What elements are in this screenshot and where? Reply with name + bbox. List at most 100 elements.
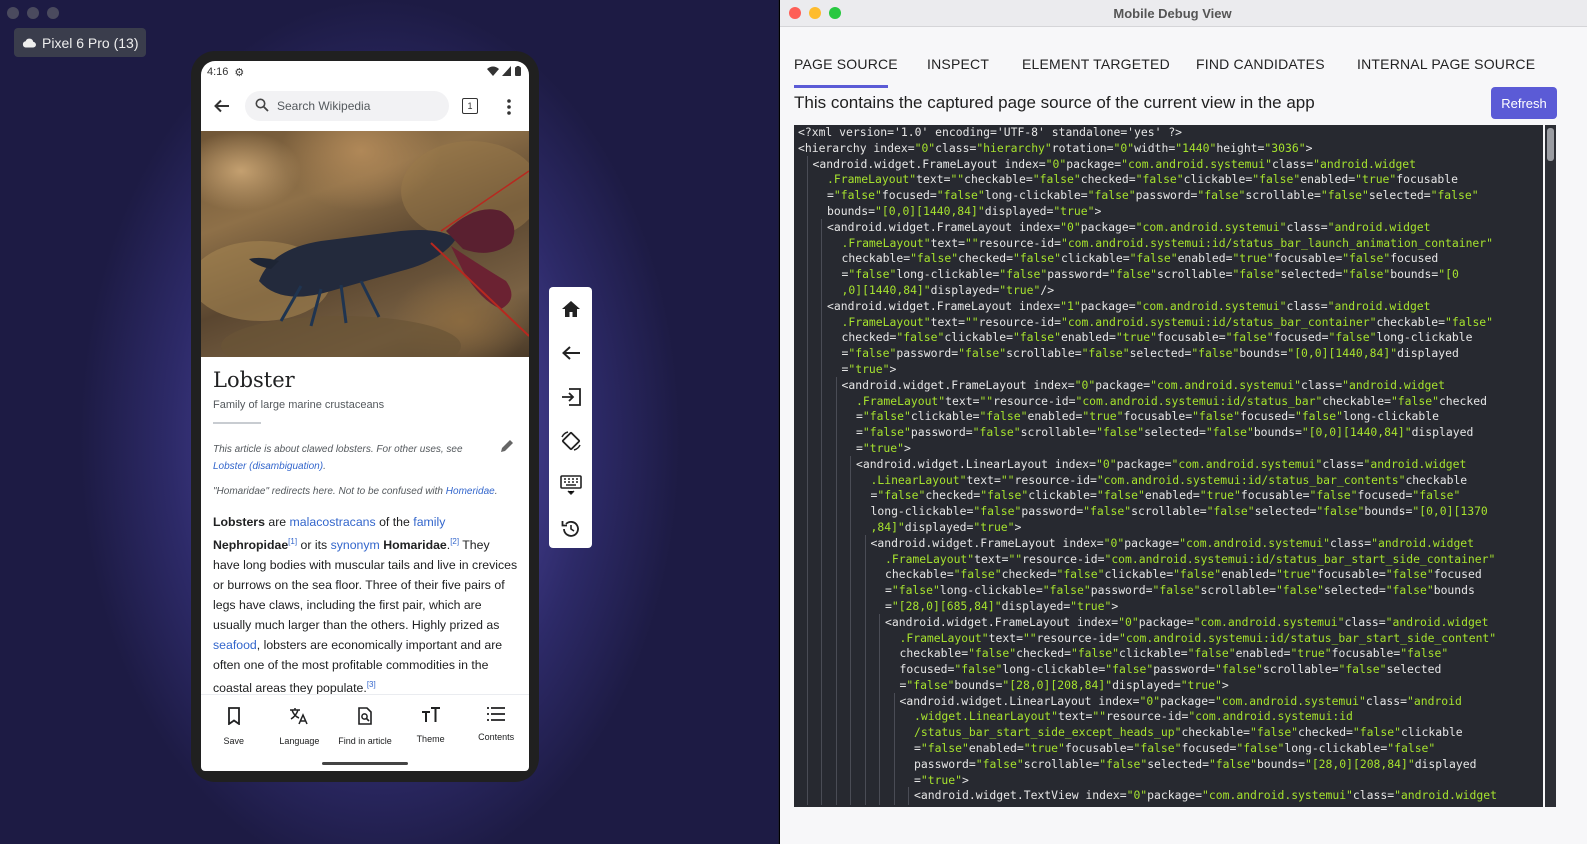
source-text: text=	[945, 393, 980, 408]
source-text: selected=	[1368, 188, 1431, 203]
page-source-caption: This contains the captured page source o…	[794, 93, 1315, 112]
source-line: ,84]"displayed="true">	[798, 518, 1541, 537]
article-title: Lobster	[213, 368, 295, 392]
source-attr-value: "false"	[1012, 251, 1061, 266]
reference-3-link[interactable]: [3]	[367, 680, 376, 689]
seafood-link[interactable]: seafood	[213, 638, 257, 652]
tab-page-source[interactable]: PAGE SOURCE	[794, 56, 898, 72]
source-text: <android.widget.LinearLayout index=	[856, 456, 1097, 471]
save-label: Save	[223, 736, 245, 746]
theme-button[interactable]: Theme	[398, 707, 464, 756]
source-text: package=	[1138, 614, 1194, 629]
source-text: scrollable=	[1020, 425, 1097, 440]
back-arrow-icon[interactable]	[213, 97, 231, 120]
save-button[interactable]: Save	[201, 707, 267, 756]
source-attr-value: "true"	[920, 772, 963, 787]
source-text: >	[962, 772, 969, 787]
lobster-disambiguation-link[interactable]: Lobster (disambiguation)	[213, 461, 323, 472]
find-in-article-button[interactable]: Find in article	[332, 707, 398, 756]
source-text: text=	[930, 235, 965, 250]
source-attr-value: "0"	[1113, 140, 1135, 155]
reset-icon[interactable]	[559, 517, 583, 540]
gesture-nav-handle[interactable]	[322, 762, 408, 765]
source-text: checkable=	[885, 567, 954, 582]
tab-inspect[interactable]: INSPECT	[927, 56, 989, 72]
contents-label: Contents	[478, 732, 515, 742]
app-switch-icon[interactable]	[559, 385, 583, 408]
source-line: ="false"long-clickable="false"password="…	[798, 582, 1541, 600]
homeridae-link[interactable]: Homeridae	[446, 486, 495, 497]
source-attr-value: "true"	[1023, 741, 1065, 756]
source-line: .FrameLayout"text=""resource-id="com.and…	[798, 392, 1541, 411]
page-source-viewer[interactable]: <?xml version='1.0' encoding='UTF-8' sta…	[794, 125, 1543, 807]
source-attr-value: "false"	[973, 504, 1022, 519]
tab-element-targeted[interactable]: ELEMENT TARGETED	[1022, 56, 1170, 72]
tabs-count-button[interactable]: 1	[462, 98, 478, 114]
source-scrollbar[interactable]	[1545, 125, 1556, 807]
source-attr-value: "com.android.systemui"	[1214, 693, 1366, 708]
language-button[interactable]: Language	[267, 707, 333, 756]
source-attr-value: "false"	[1032, 172, 1081, 187]
family-link[interactable]: family	[413, 515, 445, 529]
malacostracans-link[interactable]: malacostracans	[290, 515, 376, 529]
lobster-hero-image[interactable]	[201, 131, 529, 357]
source-attr-value: ""	[1092, 709, 1107, 724]
refresh-button[interactable]: Refresh	[1491, 87, 1557, 119]
source-attr-value: .FrameLayout"	[841, 235, 931, 250]
source-text: focusable=	[1123, 409, 1193, 424]
window-close-dot[interactable]	[7, 7, 19, 19]
source-attr-value: "false"	[1445, 314, 1494, 329]
reference-2-link[interactable]: [2]	[450, 537, 459, 546]
source-text: focusable=	[1064, 741, 1134, 756]
synonym-link[interactable]: synonym	[331, 538, 380, 552]
keyboard-icon[interactable]	[559, 473, 583, 496]
source-text: />	[1040, 282, 1055, 297]
source-line: checkable="false"checked="false"clickabl…	[798, 645, 1541, 664]
body-text: or its	[297, 538, 331, 553]
source-text: checked=	[841, 330, 897, 345]
indent-guide	[806, 787, 808, 806]
source-text: package=	[1116, 456, 1172, 471]
source-attr-value: "1"	[1060, 298, 1081, 313]
search-wikipedia-input[interactable]: Search Wikipedia	[245, 91, 449, 121]
source-attr-value: "hierarchy"	[976, 140, 1052, 155]
source-attr-value: "false"	[1191, 346, 1240, 361]
edit-pencil-icon[interactable]	[499, 438, 515, 459]
source-line: ="false"password="false"scrollable="fals…	[798, 345, 1541, 363]
title-divider	[213, 422, 261, 424]
source-text: checkable=	[899, 646, 969, 661]
bookmark-icon	[226, 707, 242, 730]
window-zoom-dot[interactable]	[47, 7, 59, 19]
rotate-icon[interactable]	[559, 429, 583, 452]
source-attr-value: "false"	[1252, 172, 1301, 187]
source-attr-value: ""	[979, 393, 994, 408]
battery-icon	[515, 65, 521, 79]
source-attr-value: "android.widget	[1394, 788, 1497, 803]
back-icon[interactable]	[559, 341, 583, 364]
home-icon[interactable]	[559, 297, 583, 320]
source-attr-value: .FrameLayout"	[841, 314, 931, 329]
debug-window: Mobile Debug View PAGE SOURCE INSPECT EL…	[779, 0, 1587, 844]
source-text: password=	[896, 346, 959, 361]
source-scrollbar-thumb[interactable]	[1547, 128, 1554, 161]
source-text: <hierarchy index=	[798, 140, 915, 155]
tab-internal-page-source[interactable]: INTERNAL PAGE SOURCE	[1357, 56, 1535, 72]
source-text: class=	[1322, 456, 1364, 471]
window-minimize-dot[interactable]	[27, 7, 39, 19]
source-attr-value: "false"	[1400, 646, 1449, 661]
source-text: scrollable=	[1157, 267, 1233, 282]
source-text: clickable=	[1060, 251, 1130, 266]
source-attr-value: ""	[1000, 472, 1015, 487]
source-attr-value: ""	[1008, 551, 1023, 566]
reference-1-link[interactable]: [1]	[288, 537, 297, 546]
source-attr-value: "false"	[896, 330, 945, 345]
overflow-menu-icon[interactable]	[506, 98, 512, 121]
tab-find-candidates[interactable]: FIND CANDIDATES	[1196, 56, 1325, 72]
contents-button[interactable]: Contents	[463, 707, 529, 756]
source-attr-value: "false"	[1056, 567, 1105, 582]
source-text: long-clickable	[1342, 409, 1439, 424]
source-text: scrollable=	[1200, 583, 1276, 598]
source-attr-value: "false"	[1385, 567, 1434, 582]
source-text: password=	[1153, 662, 1216, 677]
source-attr-value: "true"	[973, 519, 1015, 534]
